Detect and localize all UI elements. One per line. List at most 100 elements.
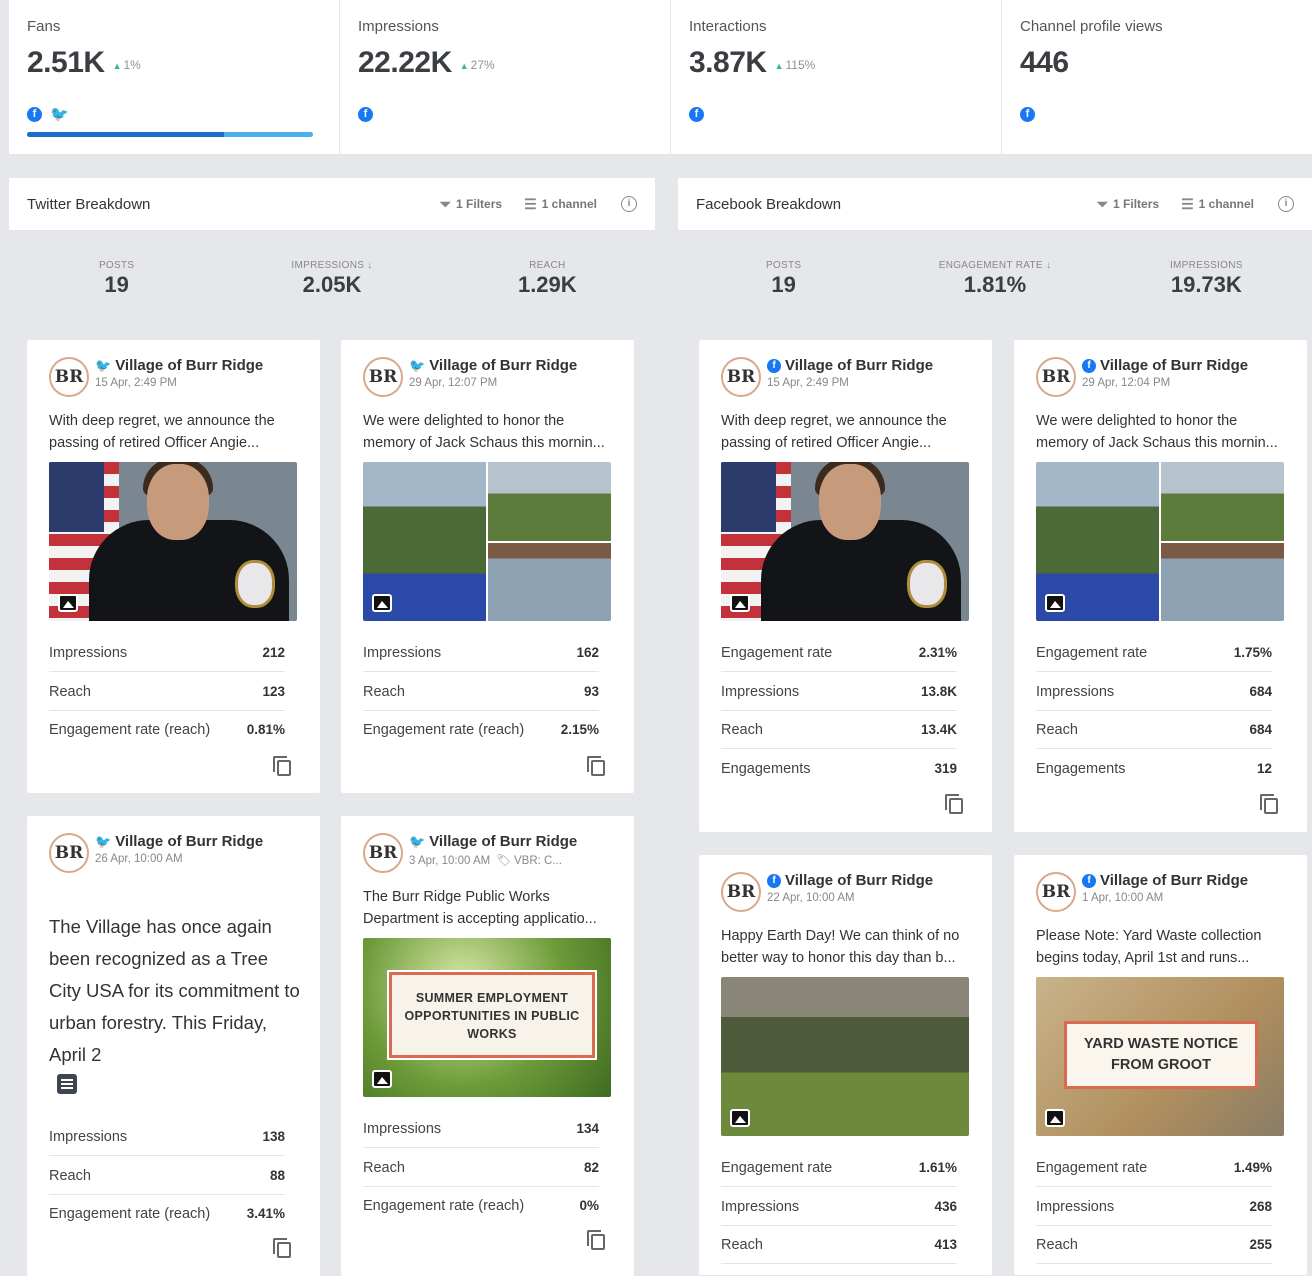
- filters-button[interactable]: ⏷ 1 Filters: [1097, 196, 1159, 213]
- post-text: The Village has once again been recogniz…: [49, 916, 300, 1065]
- facebook-icon: f: [1082, 873, 1096, 888]
- twitter-icon: 🐦: [95, 834, 112, 849]
- avatar: BR: [721, 357, 761, 397]
- metric-row: Engagement rate (reach) 0.81%: [49, 722, 285, 738]
- metric-row: Impressions 684: [1036, 684, 1272, 711]
- post-image[interactable]: [1036, 462, 1284, 621]
- post-date: 1 Apr, 10:00 AM: [1082, 892, 1164, 904]
- metric-row: Impressions 268: [1036, 1199, 1272, 1226]
- kpi-channel-profile-views[interactable]: Channel profile views 446 f: [1002, 0, 1312, 154]
- facebook-icon: f: [767, 358, 781, 373]
- kpi-value: 22.22K: [358, 46, 452, 79]
- post-image[interactable]: [363, 462, 611, 621]
- filter-icon: ⏷: [1096, 195, 1109, 212]
- info-icon[interactable]: i: [621, 196, 637, 212]
- metric-row: Impressions 436: [721, 1199, 957, 1226]
- metric-row: Engagement rate 1.75%: [1036, 645, 1272, 672]
- channel-button[interactable]: ☰ 1 channel: [1181, 196, 1254, 213]
- metric-row: Reach 123: [49, 684, 285, 711]
- filter-icon: ⏷: [439, 195, 452, 212]
- post-image[interactable]: [721, 977, 969, 1136]
- text-post-icon: [57, 1074, 77, 1094]
- panel-title: Twitter Breakdown: [27, 195, 151, 213]
- copy-icon[interactable]: [273, 1238, 291, 1258]
- facebook-icon: f: [1020, 107, 1035, 122]
- kpi-label: Interactions: [689, 18, 767, 35]
- stat-impressions[interactable]: IMPRESSIONS ↓ 2.05K: [224, 231, 439, 314]
- stat-engagement-rate[interactable]: ENGAGEMENT RATE ↓ 1.81%: [889, 231, 1100, 314]
- copy-icon[interactable]: [587, 1230, 605, 1250]
- post-date: 3 Apr, 10:00 AM 🏷 VBR: C...: [409, 855, 562, 867]
- post-date: 15 Apr, 2:49 PM: [95, 377, 177, 389]
- avatar: BR: [49, 357, 89, 397]
- post-date: 15 Apr, 2:49 PM: [767, 377, 849, 389]
- metric-row: Reach 93: [363, 684, 599, 711]
- post-author: f Village of Burr Ridge: [1082, 357, 1248, 374]
- progress-fill: [27, 132, 225, 137]
- facebook-icon: f: [767, 873, 781, 888]
- avatar: BR: [1036, 872, 1076, 912]
- twitter-breakdown-panel: Twitter Breakdown ⏷ 1 Filters ☰ 1 channel …: [9, 178, 655, 1276]
- kpi-impressions[interactable]: Impressions 22.22K ▲ 27% f: [340, 0, 671, 154]
- copy-icon[interactable]: [587, 756, 605, 776]
- kpi-label: Impressions: [358, 18, 439, 35]
- post-card[interactable]: BR 🐦 Village of Burr Ridge 26 Apr, 10:00 AM…: [27, 816, 320, 1276]
- arrow-up-icon: ▲: [774, 61, 784, 71]
- post-author: 🐦 Village of Burr Ridge: [409, 833, 578, 850]
- post-text: Happy Earth Day! We can think of no bett…: [721, 928, 960, 966]
- kpi-label: Fans: [27, 18, 61, 35]
- post-image[interactable]: YARD WASTE NOTICE FROM GROOT: [1036, 977, 1284, 1136]
- filters-button[interactable]: ⏷ 1 Filters: [440, 196, 502, 213]
- facebook-icon: f: [1082, 358, 1096, 373]
- arrow-up-icon: ▲: [459, 61, 469, 71]
- post-author: 🐦 Village of Burr Ridge: [409, 357, 578, 374]
- post-author: f Village of Burr Ridge: [1082, 872, 1248, 889]
- metric-row: Engagements 12: [1036, 761, 1272, 777]
- image-icon: [372, 1070, 392, 1088]
- post-card[interactable]: BR f Village of Burr Ridge 1 Apr, 10:00 AM …: [1014, 855, 1307, 1275]
- kpi-interactions[interactable]: Interactions 3.87K ▲ 115% f: [671, 0, 1002, 154]
- post-card[interactable]: BR 🐦 Village of Burr Ridge 15 Apr, 2:49 PM …: [27, 340, 320, 793]
- list-icon: ☰: [1181, 195, 1194, 212]
- metric-row: Impressions 138: [49, 1129, 285, 1156]
- image-icon: [1045, 1109, 1065, 1127]
- post-card[interactable]: BR 🐦 Village of Burr Ridge 29 Apr, 12:07 PM…: [341, 340, 634, 793]
- copy-icon[interactable]: [1260, 794, 1278, 814]
- list-icon: ☰: [524, 195, 537, 212]
- post-image[interactable]: [721, 462, 969, 621]
- kpi-label: Channel profile views: [1020, 18, 1163, 35]
- image-icon: [58, 594, 78, 612]
- metric-row: Engagement rate (reach) 0%: [363, 1198, 599, 1214]
- metric-row: Reach 255: [1036, 1237, 1272, 1264]
- kpi-fans[interactable]: Fans 2.51K ▲ 1% f 🐦: [9, 0, 340, 154]
- metric-row: Reach 413: [721, 1237, 957, 1264]
- post-text: Please Note: Yard Waste collection begin…: [1036, 928, 1262, 966]
- copy-icon[interactable]: [945, 794, 963, 814]
- kpi-delta: ▲ 1%: [112, 58, 141, 72]
- avatar: BR: [49, 833, 89, 873]
- post-text: With deep regret, we announce the passin…: [49, 413, 275, 451]
- fans-progress-bar: [27, 132, 313, 137]
- panel-title: Facebook Breakdown: [696, 195, 842, 213]
- post-author: f Village of Burr Ridge: [767, 357, 933, 374]
- post-card[interactable]: BR 🐦 Village of Burr Ridge 3 Apr, 10:00 AM 🏷…: [341, 816, 634, 1276]
- kpi-value: 2.51K: [27, 46, 105, 79]
- metric-row: Impressions 13.8K: [721, 684, 957, 711]
- post-author: 🐦 Village of Burr Ridge: [95, 833, 264, 850]
- metric-row: Reach 88: [49, 1168, 285, 1195]
- metric-row: Impressions 134: [363, 1121, 599, 1148]
- post-card[interactable]: BR f Village of Burr Ridge 22 Apr, 10:00 AM…: [699, 855, 992, 1275]
- summary-bar: Fans 2.51K ▲ 1% f 🐦 Impressions 22.22K ▲ 27% …: [9, 0, 1312, 154]
- avatar: BR: [363, 833, 403, 873]
- panel-header: Twitter Breakdown ⏷ 1 Filters ☰ 1 channel …: [9, 178, 655, 231]
- info-icon[interactable]: i: [1278, 196, 1294, 212]
- metric-row: Reach 13.4K: [721, 722, 957, 749]
- post-image[interactable]: [49, 462, 297, 621]
- channel-button[interactable]: ☰ 1 channel: [524, 196, 597, 213]
- tag-label: 🏷 VBR: C...: [496, 855, 562, 867]
- post-image[interactable]: SUMMER EMPLOYMENT OPPORTUNITIES IN PUBLI…: [363, 938, 611, 1097]
- post-card[interactable]: BR f Village of Burr Ridge 15 Apr, 2:49 PM …: [699, 340, 992, 832]
- post-author: f Village of Burr Ridge: [767, 872, 933, 889]
- copy-icon[interactable]: [273, 756, 291, 776]
- post-card[interactable]: BR f Village of Burr Ridge 29 Apr, 12:04 PM…: [1014, 340, 1307, 832]
